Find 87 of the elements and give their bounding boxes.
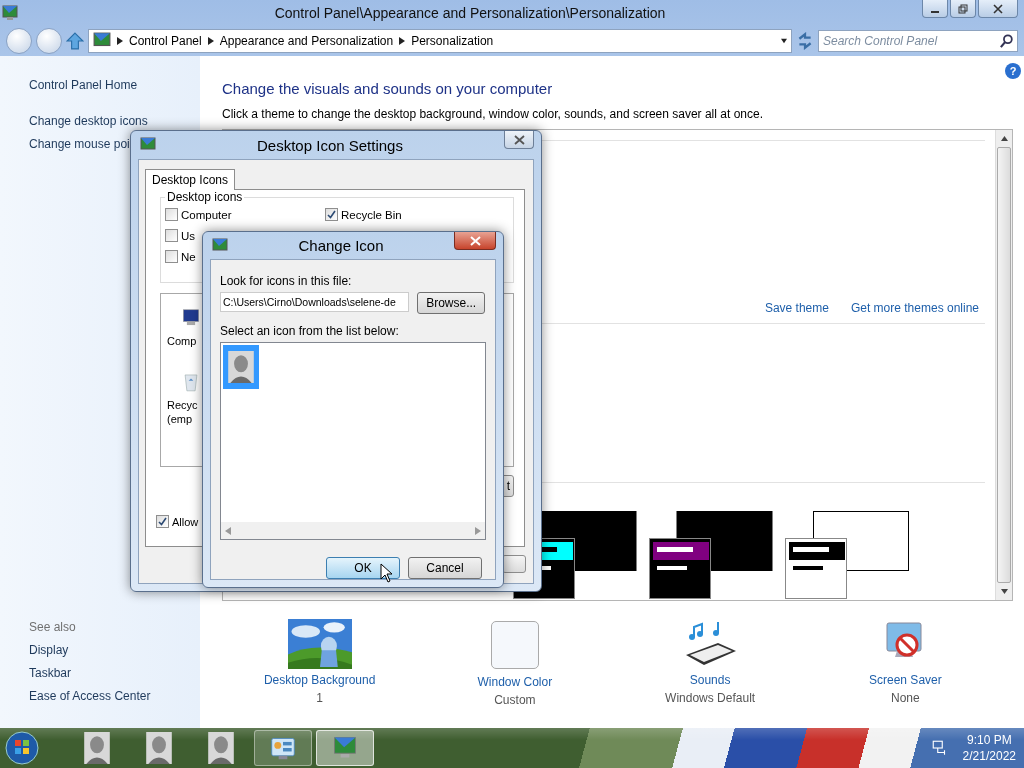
refresh-icon[interactable] [796,32,814,50]
section-label: See also [29,619,77,636]
close-icon [513,134,525,145]
clock[interactable]: 9:10 PM 2/21/2022 [962,732,1016,764]
window-title: Control Panel\Appearance and Personalization\Personalization [273,5,667,21]
minimize-icon [931,10,939,13]
scroll-down-icon[interactable] [999,587,1009,596]
taskbar-button[interactable] [316,730,374,766]
silhouette-icon [146,732,172,764]
setting-link[interactable]: Window Color [477,675,553,689]
checkbox-label: Computer [181,208,232,221]
breadcrumb[interactable]: Appearance and Personalization [219,34,394,48]
checkbox-label: Ne [181,250,196,263]
browse-button[interactable]: Browse... [417,292,485,314]
address-bar[interactable]: Control Panel Appearance and Personalization Personalization [88,29,792,53]
setting-value: Windows Default [665,691,756,705]
time-text: 9:10 PM [966,732,1012,748]
silhouette-icon [208,732,234,764]
icon-label: (emp [167,412,193,426]
checkbox[interactable] [156,515,169,528]
chevron-icon[interactable] [399,37,406,45]
checkbox[interactable] [165,208,178,221]
close-button[interactable] [454,232,496,250]
sidebar-link[interactable]: Control Panel Home [29,74,200,97]
taskbar-button[interactable] [254,730,312,766]
setting-link[interactable]: Screen Saver [869,673,942,687]
theme-thumbnail[interactable] [785,511,909,599]
dialog-button[interactable] [502,555,526,573]
checkbox[interactable] [165,250,178,263]
close-button[interactable] [978,0,1018,18]
close-icon [469,235,481,246]
setting-link[interactable]: Desktop Background [263,673,376,687]
breadcrumb[interactable]: Personalization [411,34,494,48]
dialog-button[interactable]: OK [326,557,400,579]
silhouette-icon [228,351,254,383]
setting-value: 1 [316,691,323,705]
checkbox[interactable] [325,208,338,221]
scrollbar[interactable] [995,130,1012,600]
close-button[interactable] [504,131,534,149]
monitor-icon [2,5,18,21]
icon-list-item[interactable] [223,345,259,389]
page-heading: Change the visuals and sounds on your computer [222,80,554,97]
theme-link[interactable]: Save theme [764,301,829,323]
breadcrumb[interactable]: Control Panel [129,34,202,48]
monitor-icon [212,237,228,254]
setting-value: None [891,691,920,705]
checkbox-label: Us [181,229,196,242]
theme-link[interactable]: Get more themes online [850,301,979,323]
close-icon [993,3,1003,14]
tab[interactable]: Desktop Icons [145,169,236,190]
sidebar-link[interactable]: Display [29,639,200,662]
checkbox[interactable] [165,229,178,242]
checkbox-label: Allow [172,515,199,528]
setting-value: Custom [494,693,536,707]
file-path-field[interactable]: C:\Users\Cirno\Downloads\selene-de [220,292,410,312]
field-label: Select an icon from the list below: [220,324,400,338]
page-description: Click a theme to change the desktop background, window color, sounds, and screen saver all at once. [222,107,764,121]
restore-icon [958,3,968,14]
icon-label: Recyc [167,398,198,412]
up-arrow-icon[interactable] [66,32,84,50]
dialog-title: Desktop Icon Settings [256,136,404,154]
silhouette-icon [84,732,110,764]
sidebar-link[interactable]: Ease of Access Center [29,685,200,708]
sidebar-link[interactable]: Taskbar [29,662,200,685]
checkbox-label: Recycle Bin [341,208,402,221]
sidebar-link[interactable]: Change desktop icons [29,110,200,133]
scroll-up-icon[interactable] [999,134,1009,143]
cursor-icon [380,563,394,583]
start-button[interactable] [4,730,40,766]
restore-button[interactable] [950,0,976,18]
dialog-title: Change Icon [297,237,385,254]
chevron-icon[interactable] [117,37,123,45]
theme-thumbnail[interactable] [649,511,773,599]
help-button[interactable]: ? [1005,63,1021,79]
chevron-icon[interactable] [207,37,214,45]
monitor-icon [140,137,156,153]
window-color-swatch [490,621,539,669]
date-text: 2/21/2022 [962,748,1016,764]
setting-link[interactable]: Sounds [689,673,731,687]
group-title: Desktop icons [165,190,245,204]
minimize-button[interactable] [922,0,948,18]
search-field[interactable]: Search Control Panel [818,30,1018,52]
search-icon [1000,34,1014,48]
icon-label: Comp [167,334,197,348]
dialog-button[interactable]: Cancel [408,557,482,579]
field-label: Look for icons in this file: [220,274,353,288]
dropdown-caret-icon[interactable] [781,37,787,45]
